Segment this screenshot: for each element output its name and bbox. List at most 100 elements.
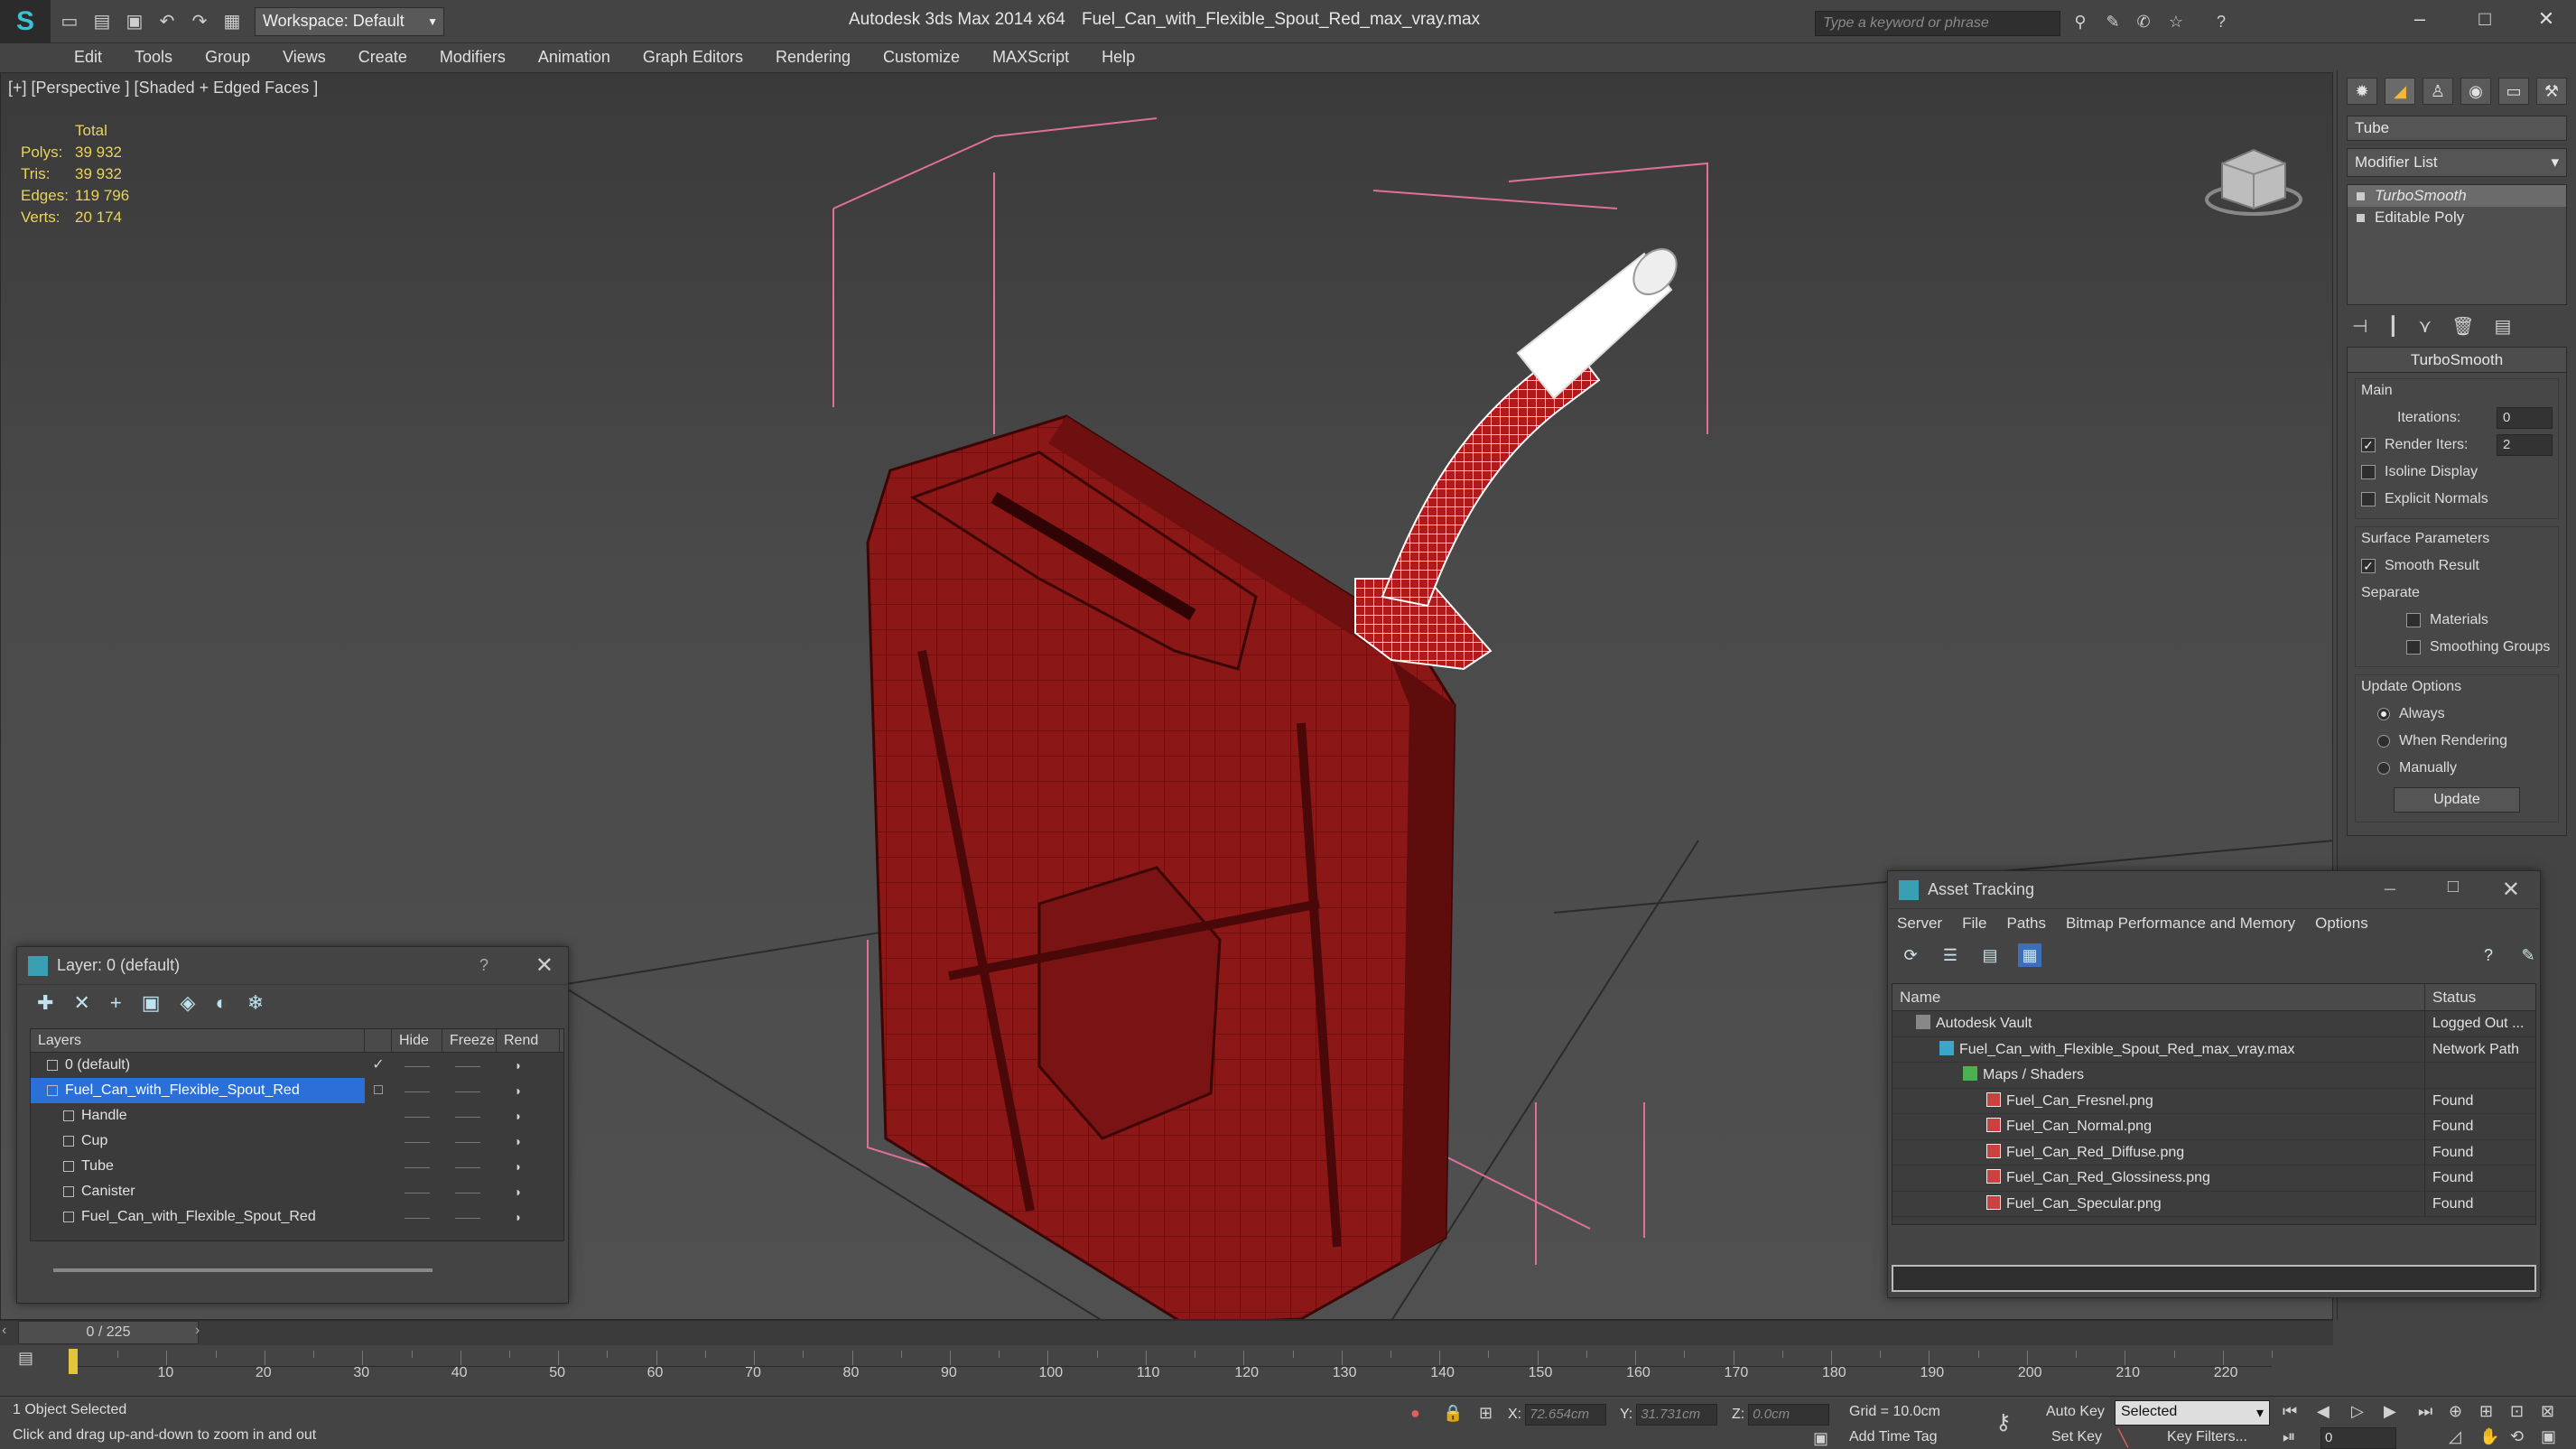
always-radio[interactable] [2377, 708, 2390, 720]
freeze-toggle[interactable]: —— [442, 1078, 493, 1103]
new-layer-icon[interactable]: ✚ [37, 991, 53, 1015]
expand-plus-icon[interactable] [2357, 214, 2365, 222]
current-frame-field[interactable]: 0 [2317, 1427, 2396, 1449]
remove-modifier-icon[interactable]: 🗑 [2451, 315, 2474, 338]
delete-layer-icon[interactable]: ✕ [73, 991, 89, 1015]
field-of-view-icon[interactable]: ◿ [2449, 1427, 2461, 1446]
next-frame-icon[interactable]: ▶ [2384, 1402, 2396, 1421]
select-objects-icon[interactable]: ▣ [142, 991, 161, 1015]
lock-selection-icon[interactable]: 🔒 [1443, 1404, 1463, 1423]
current-layer-cell[interactable] [365, 1154, 392, 1179]
current-layer-cell[interactable]: □ [365, 1078, 392, 1103]
close-button[interactable]: ✕ [2528, 7, 2564, 34]
search-input[interactable]: Type a keyword or phrase [1815, 11, 2060, 36]
current-layer-cell[interactable] [365, 1103, 392, 1129]
freeze-toggle[interactable]: —— [442, 1103, 493, 1129]
menu-item-tools[interactable]: Tools [135, 48, 172, 67]
asset-path-field[interactable] [1892, 1265, 2536, 1292]
layer-row[interactable]: Canister —— —— ◗ [31, 1179, 563, 1204]
set-key-button[interactable]: Set Key [2051, 1429, 2102, 1445]
tree-view-icon[interactable]: ▤ [1978, 943, 2002, 967]
hide-toggle[interactable]: —— [392, 1154, 442, 1179]
minimize-icon[interactable]: – [2385, 877, 2395, 900]
manually-radio[interactable] [2377, 762, 2390, 775]
maximize-button[interactable]: □ [2467, 7, 2503, 34]
key-mode-icon[interactable]: ⏯ [2283, 1427, 2295, 1446]
track-bar[interactable]: ▤ 10 20 30 40 50 60 70 80 90 100 110 120 130 140 150 16… [0, 1345, 2333, 1396]
help-icon[interactable]: ? [479, 956, 488, 975]
pan-view-icon[interactable]: ✋ [2479, 1427, 2499, 1446]
layer-row[interactable]: Cup —— —— ◗ [31, 1129, 563, 1154]
list-view-icon[interactable]: ☰ [1939, 943, 1962, 967]
current-layer-cell[interactable] [365, 1204, 392, 1230]
new-file-icon[interactable]: ▭ [56, 8, 83, 35]
hide-toggle[interactable]: —— [392, 1129, 442, 1154]
asset-row[interactable]: Fuel_Can_Fresnel.png Found [1892, 1088, 2535, 1114]
layer-row[interactable]: Fuel_Can_with_Flexible_Spout_Red □ —— —— ◗ [31, 1078, 563, 1103]
render-teapot-icon[interactable]: ◗ [493, 1053, 544, 1078]
render-teapot-icon[interactable]: ◗ [493, 1078, 544, 1103]
hide-toggle[interactable]: —— [392, 1204, 442, 1230]
asset-row[interactable]: Fuel_Can_Red_Glossiness.png Found [1892, 1166, 2535, 1192]
freeze-toggle[interactable]: —— [442, 1129, 493, 1154]
menu-item-customize[interactable]: Customize [883, 48, 960, 67]
smooth-result-checkbox[interactable]: ✓ [2361, 559, 2376, 573]
render-teapot-icon[interactable]: ◗ [493, 1179, 544, 1204]
hide-toggle[interactable]: —— [392, 1179, 442, 1204]
asset-menu-paths[interactable]: Paths [2006, 915, 2045, 933]
render-teapot-icon[interactable]: ◗ [493, 1103, 544, 1129]
absolute-mode-icon[interactable]: ⊞ [1479, 1404, 1493, 1423]
frame-counter[interactable]: 0 / 225 [18, 1321, 199, 1344]
freeze-toggle[interactable]: —— [442, 1179, 493, 1204]
make-unique-icon[interactable]: ⋎ [2418, 315, 2432, 338]
utilities-tab-icon[interactable]: ⚒ [2536, 78, 2567, 105]
refresh-icon[interactable]: ⟳ [1899, 943, 1922, 967]
close-icon[interactable]: ✕ [2502, 877, 2520, 903]
play-icon[interactable]: ▷ [2351, 1402, 2364, 1421]
hide-column-header[interactable]: Hide [392, 1029, 442, 1052]
render-column-header[interactable]: Rend [497, 1029, 560, 1052]
stack-item-editable-poly[interactable]: Editable Poly [2348, 207, 2566, 228]
pin-stack-icon[interactable]: ⊣ [2352, 315, 2367, 338]
communication-icon[interactable]: ✆ [2131, 13, 2156, 34]
render-iters-checkbox[interactable]: ✓ [2361, 438, 2376, 452]
update-button[interactable]: Update [2394, 787, 2520, 813]
asset-menu-file[interactable]: File [1962, 915, 1986, 933]
previous-frame-icon[interactable]: ◀ [2317, 1402, 2330, 1421]
undo-icon[interactable]: ↶ [153, 8, 181, 35]
help-icon[interactable]: ? [2477, 943, 2500, 967]
asset-row[interactable]: Fuel_Can_Normal.png Found [1892, 1114, 2535, 1140]
motion-tab-icon[interactable]: ◉ [2460, 78, 2491, 105]
maximize-viewport-icon[interactable]: ▣ [2541, 1427, 2556, 1446]
show-end-result-icon[interactable]: ┃ [2387, 315, 2398, 338]
pin-icon[interactable]: ✎ [2516, 943, 2540, 967]
layers-column-header[interactable]: Layers [31, 1029, 365, 1052]
asset-row[interactable]: Fuel_Can_Red_Diffuse.png Found [1892, 1139, 2535, 1166]
time-slider-thumb[interactable] [69, 1349, 78, 1374]
z-coordinate-field[interactable]: 0.0cm [1748, 1404, 1830, 1426]
menu-item-rendering[interactable]: Rendering [776, 48, 851, 67]
menu-item-help[interactable]: Help [1102, 48, 1135, 67]
viewcube-icon[interactable] [2195, 118, 2312, 236]
layer-row[interactable]: 0 (default) ✓ —— —— ◗ [31, 1053, 563, 1078]
open-file-icon[interactable]: ▤ [88, 8, 116, 35]
asset-row[interactable]: Fuel_Can_Specular.png Found [1892, 1191, 2535, 1217]
turbosmooth-rollout-header[interactable]: TurboSmooth [2348, 348, 2566, 373]
key-filters-button[interactable]: Key Filters... [2167, 1429, 2247, 1445]
menu-item-views[interactable]: Views [283, 48, 326, 67]
subscription-icon[interactable]: ✎ [2100, 13, 2125, 34]
iterations-spinner[interactable]: 0 [2497, 407, 2553, 429]
layer-row[interactable]: Tube —— —— ◗ [31, 1154, 563, 1179]
explicit-normals-checkbox[interactable] [2361, 492, 2376, 506]
display-tab-icon[interactable]: ▭ [2498, 78, 2529, 105]
asset-row[interactable]: Maps / Shaders [1892, 1063, 2535, 1089]
asset-row[interactable]: Fuel_Can_with_Flexible_Spout_Red_max_vra… [1892, 1036, 2535, 1063]
add-to-layer-icon[interactable]: + [110, 991, 122, 1015]
x-coordinate-field[interactable]: 72.654cm [1525, 1404, 1607, 1426]
freeze-toggle[interactable]: —— [442, 1154, 493, 1179]
modify-tab-icon[interactable]: ◢ [2385, 78, 2415, 105]
save-file-icon[interactable]: ▣ [121, 8, 148, 35]
orbit-icon[interactable]: ⟲ [2510, 1427, 2524, 1446]
go-to-start-icon[interactable]: ⏮ [2283, 1402, 2297, 1421]
time-tag-icon[interactable]: ▣ [1813, 1429, 1828, 1448]
